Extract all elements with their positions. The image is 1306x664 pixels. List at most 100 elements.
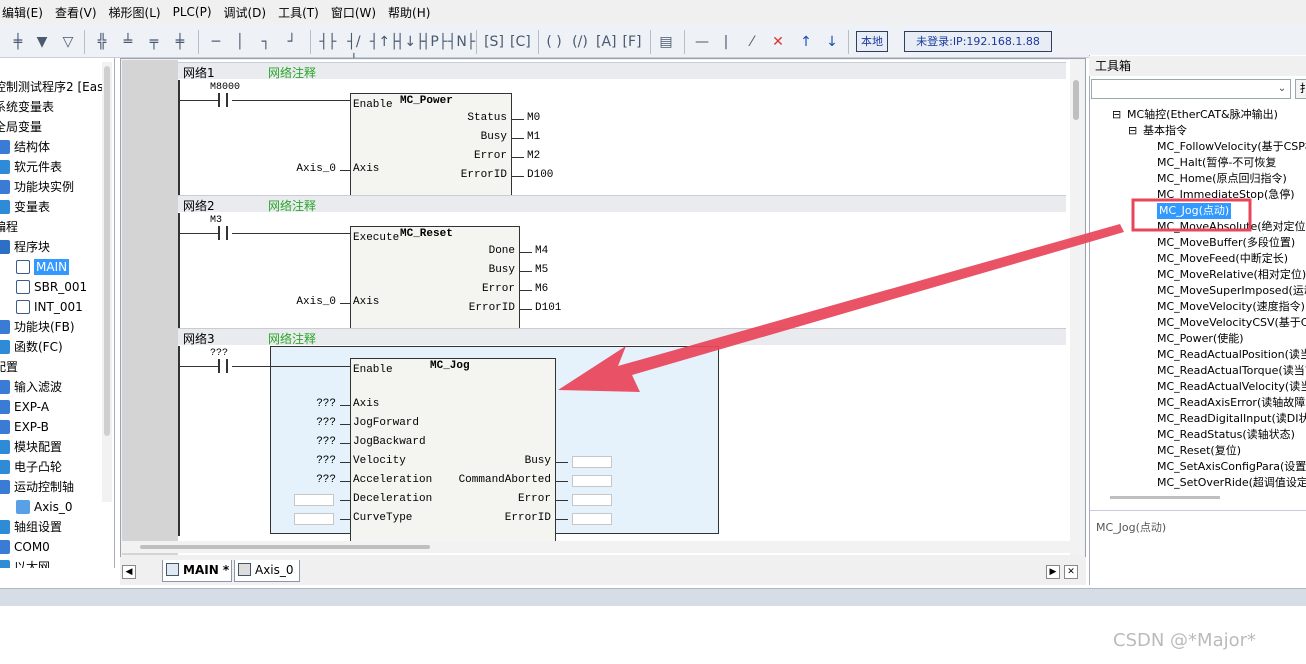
output-value[interactable]: M1 bbox=[527, 131, 540, 143]
tree-item-16[interactable]: EXP-A bbox=[0, 397, 49, 417]
editor-horizontal-scrollbar-thumb[interactable] bbox=[140, 545, 430, 549]
output-value-box[interactable] bbox=[572, 475, 612, 487]
tree-item-6[interactable]: 变量表 bbox=[0, 197, 50, 217]
local-button[interactable]: 本地 bbox=[856, 31, 888, 52]
toolbox-item[interactable]: MC_MoveVelocityCSV(基于CSV bbox=[1157, 315, 1306, 331]
tree-item-19[interactable]: 电子凸轮 bbox=[0, 457, 62, 477]
input-value[interactable]: ??? bbox=[290, 436, 336, 448]
input-value[interactable]: Axis_0 bbox=[290, 296, 336, 308]
output-value-box[interactable] bbox=[572, 513, 612, 525]
arrow-down-outline-icon[interactable]: ▽ bbox=[58, 32, 78, 52]
menu-view[interactable]: 查看(V) bbox=[49, 4, 103, 21]
tree-item-0[interactable]: 控制测试程序2 [Eas bbox=[0, 77, 103, 97]
toolbox-search-button[interactable]: 扌 bbox=[1295, 79, 1306, 99]
input-value[interactable]: ??? bbox=[290, 455, 336, 467]
toolbox-item[interactable]: MC_ReadActualTorque(读当前 bbox=[1157, 363, 1306, 379]
chevron-down-icon[interactable]: ⌄ bbox=[1273, 79, 1291, 99]
toolbox-tree-group[interactable]: 基本指令 bbox=[1143, 123, 1187, 139]
branch-down-icon[interactable]: ╧ bbox=[118, 32, 138, 52]
input-value[interactable]: Axis_0 bbox=[290, 163, 336, 175]
toolbox-item[interactable]: MC_Halt(暂停-不可恢复 bbox=[1157, 155, 1276, 171]
tree-item-2[interactable]: 全局变量 bbox=[0, 117, 42, 137]
toolbox-category-select[interactable] bbox=[1091, 79, 1291, 99]
input-value[interactable]: ??? bbox=[290, 398, 336, 410]
toolbox-item[interactable]: MC_MoveRelative(相对定位) bbox=[1157, 267, 1306, 283]
arrow-up-icon[interactable]: ↑ bbox=[796, 32, 816, 52]
tree-item-22[interactable]: 轴组设置 bbox=[0, 517, 62, 537]
coil-c-icon[interactable]: [C] bbox=[510, 32, 531, 52]
tab-axis0[interactable]: Axis_0 bbox=[234, 560, 300, 582]
tree-item-17[interactable]: EXP-B bbox=[0, 417, 49, 437]
tree-item-3[interactable]: 结构体 bbox=[0, 137, 50, 157]
toolbox-item[interactable]: MC_ReadActualPosition(读当前 bbox=[1157, 347, 1306, 363]
network-comment[interactable]: 网络注释 bbox=[268, 64, 316, 81]
tree-item-1[interactable]: 系统变量表 bbox=[0, 97, 54, 117]
fall-edge-icon[interactable]: ┤N├ bbox=[448, 32, 475, 52]
set-icon[interactable]: [S] bbox=[484, 32, 504, 52]
output-value-box[interactable] bbox=[572, 456, 612, 468]
tree-item-15[interactable]: 输入滤波 bbox=[0, 377, 62, 397]
toolbox-item[interactable]: MC_SetAxisConfigPara(设置轴 bbox=[1157, 459, 1306, 475]
toolbox-item[interactable]: MC_MoveFeed(中断定长) bbox=[1157, 251, 1288, 267]
nc-contact-icon[interactable]: ┤/├ bbox=[344, 32, 364, 70]
delete-vline-icon[interactable]: ✕ bbox=[768, 32, 788, 52]
contact-symbol[interactable] bbox=[218, 93, 228, 107]
tree-item-4[interactable]: 软元件表 bbox=[0, 157, 62, 177]
login-status-button[interactable]: 未登录:IP:192.168.1.88 bbox=[904, 31, 1052, 52]
menu-debug[interactable]: 调试(D) bbox=[218, 4, 273, 21]
tree-item-23[interactable]: COM0 bbox=[0, 537, 50, 557]
menu-ladder[interactable]: 梯形图(L) bbox=[103, 4, 167, 21]
editor-vertical-scrollbar[interactable] bbox=[1070, 60, 1084, 555]
network-header[interactable]: 网络1 网络注释 bbox=[178, 62, 1066, 81]
toolbox-item[interactable]: MC_Reset(复位) bbox=[1157, 443, 1241, 459]
tab-scroll-left-icon[interactable]: ◀ bbox=[122, 565, 136, 579]
tree-item-18[interactable]: 模块配置 bbox=[0, 437, 62, 457]
fb-f-icon[interactable]: [F] bbox=[622, 32, 642, 52]
menu-help[interactable]: 帮助(H) bbox=[382, 4, 436, 21]
contact-label[interactable]: M3 bbox=[210, 215, 222, 226]
arrow-down2-icon[interactable]: ↓ bbox=[822, 32, 842, 52]
collapse-icon[interactable]: ⊟ bbox=[1112, 107, 1121, 123]
toolbox-item[interactable]: MC_ReadDigitalInput(读DI状态 bbox=[1157, 411, 1306, 427]
comment-icon[interactable]: ▤ bbox=[656, 32, 676, 52]
rise-edge-icon[interactable]: ┤P├ bbox=[422, 32, 447, 52]
output-value[interactable]: M2 bbox=[527, 150, 540, 162]
output-value[interactable]: D101 bbox=[535, 302, 561, 314]
network-header[interactable]: 网络2 网络注释 bbox=[178, 195, 1066, 213]
coil-inv-icon[interactable]: (/) bbox=[570, 32, 590, 52]
input-value-box[interactable] bbox=[294, 513, 334, 525]
toolbox-item[interactable]: MC_Jog(点动) bbox=[1157, 203, 1232, 219]
corner-icon[interactable]: ┐ bbox=[256, 32, 276, 52]
contact-label[interactable]: ??? bbox=[210, 348, 228, 359]
tree-item-5[interactable]: 功能块实例 bbox=[0, 177, 74, 197]
contact-label[interactable]: M8000 bbox=[210, 82, 240, 93]
toolbox-item[interactable]: MC_FollowVelocity(基于CSP模 bbox=[1157, 139, 1306, 155]
tree-item-21[interactable]: Axis_0 bbox=[16, 497, 73, 517]
no-contact-icon[interactable]: ┤├ bbox=[318, 32, 338, 52]
tree-item-14[interactable]: 配置 bbox=[0, 357, 18, 377]
tree-item-12[interactable]: 功能块(FB) bbox=[0, 317, 75, 337]
output-value[interactable]: D100 bbox=[527, 169, 553, 181]
ladder-canvas[interactable]: 网络1 网络注释 M8000 MC_Power Enable Axis Axis_0 Stat… bbox=[178, 60, 1070, 555]
toolbox-item[interactable]: MC_ReadAxisError(读轴故障) bbox=[1157, 395, 1306, 411]
toolbox-item[interactable]: MC_ImmediateStop(急停) bbox=[1157, 187, 1295, 203]
toolbox-item[interactable]: MC_SetOverRide(超调值设定) bbox=[1157, 475, 1306, 491]
toolbox-item[interactable]: MC_MoveVelocity(速度指令) bbox=[1157, 299, 1305, 315]
toolbox-item[interactable]: MC_Home(原点回归指令) bbox=[1157, 171, 1287, 187]
output-value[interactable]: M5 bbox=[535, 264, 548, 276]
coil-icon[interactable]: ( ) bbox=[544, 32, 564, 52]
tree-item-20[interactable]: 运动控制轴 bbox=[0, 477, 74, 497]
tree-item-8[interactable]: 程序块 bbox=[0, 237, 50, 257]
toolbox-item[interactable]: MC_MoveSuperImposed(运动叠 bbox=[1157, 283, 1306, 299]
tab-scroll-right-icon[interactable]: ▶ bbox=[1046, 565, 1060, 579]
falling-contact-icon[interactable]: ┤↓├ bbox=[396, 32, 425, 52]
menu-tools[interactable]: 工具(T) bbox=[272, 4, 325, 21]
branch-left-icon[interactable]: ╤ bbox=[144, 32, 164, 52]
network-comment[interactable]: 网络注释 bbox=[268, 330, 316, 347]
rising-contact-icon[interactable]: ┤↑├ bbox=[370, 32, 399, 52]
arrow-down-icon[interactable]: ▼ bbox=[32, 32, 52, 52]
input-value-box[interactable] bbox=[294, 494, 334, 506]
contact-symbol[interactable] bbox=[218, 226, 228, 240]
insert-contact-icon[interactable]: ╪ bbox=[8, 32, 28, 52]
tree-item-10[interactable]: SBR_001 bbox=[16, 277, 87, 297]
